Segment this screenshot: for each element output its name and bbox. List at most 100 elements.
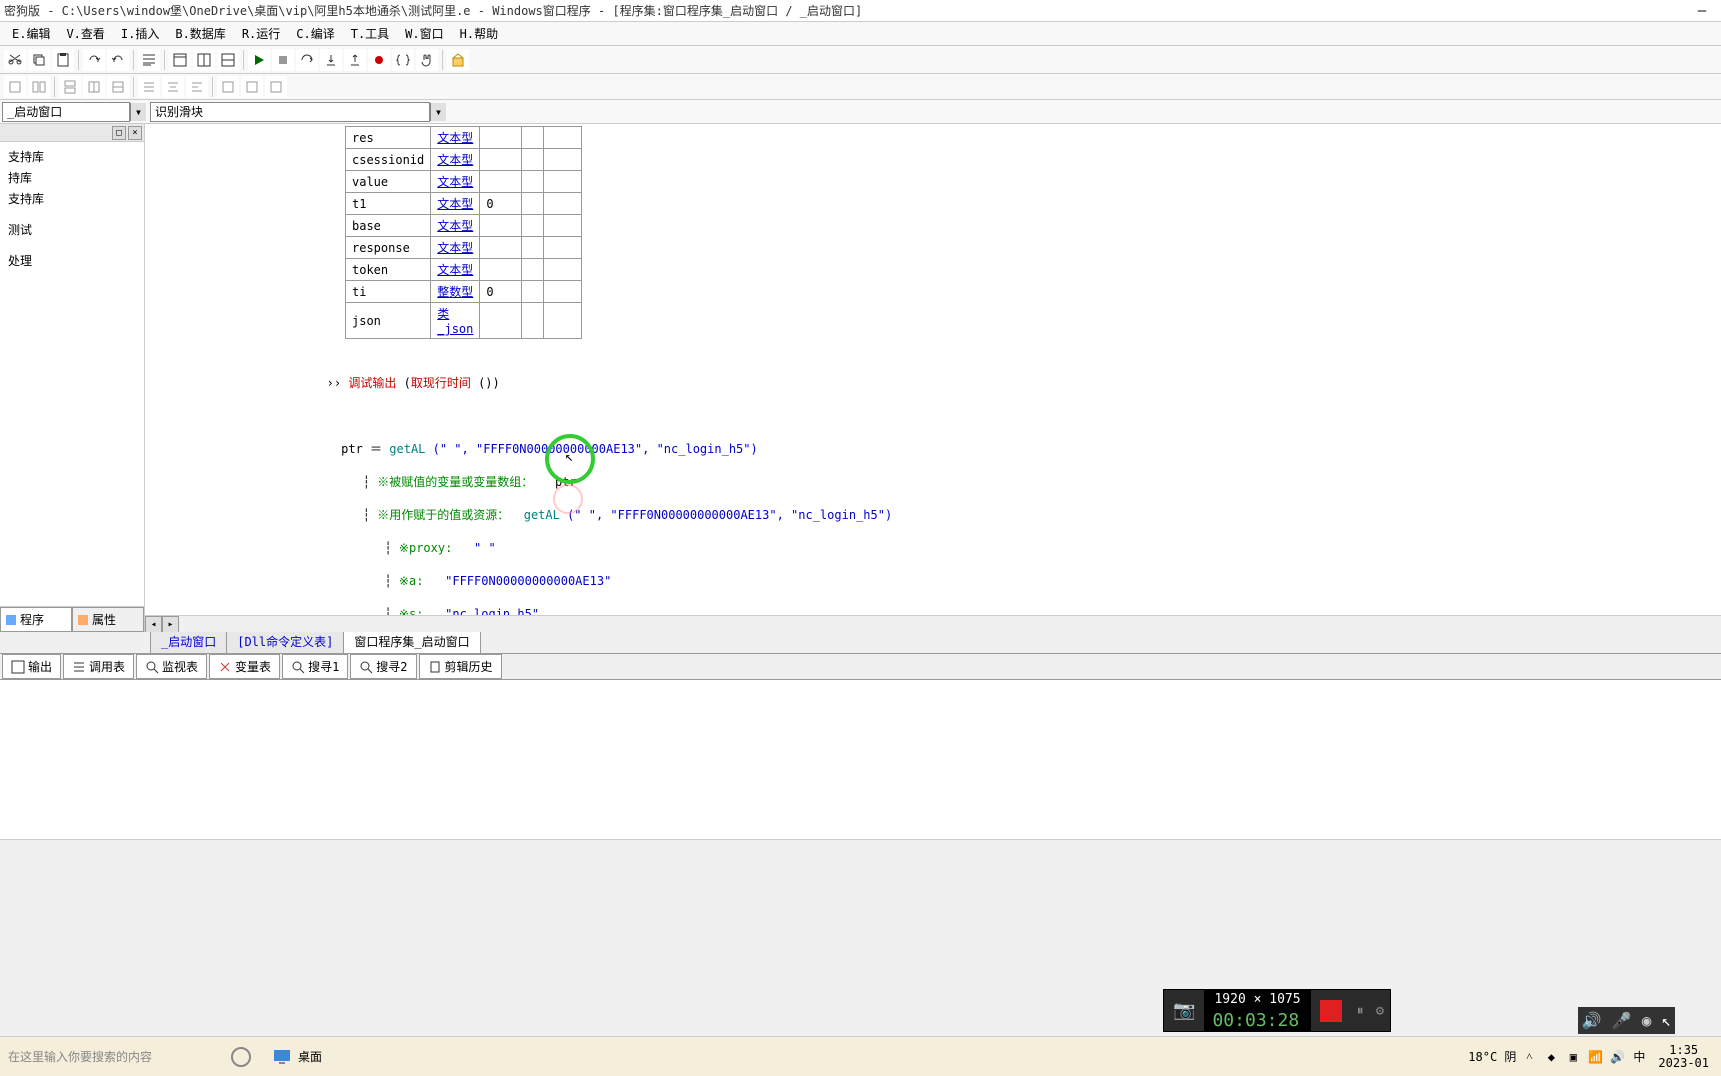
undo-icon[interactable] (107, 49, 129, 71)
step-out-icon[interactable] (344, 49, 366, 71)
combo-right-arrow[interactable]: ▾ (430, 103, 446, 121)
tab-search2[interactable]: 搜寻2 (350, 654, 416, 679)
tray-app-icon[interactable]: ◆ (1542, 1048, 1560, 1066)
window-icon[interactable] (169, 49, 191, 71)
var-type[interactable]: 文本型 (431, 259, 480, 281)
record-settings-icon[interactable]: ⚙ (1370, 1003, 1390, 1019)
ime-indicator[interactable]: 中 (1630, 1048, 1648, 1066)
tree-item[interactable]: 支持库 (4, 146, 140, 167)
tab-watch[interactable]: 监视表 (136, 654, 207, 679)
menu-window[interactable]: W.窗口 (397, 23, 451, 44)
combo-left-arrow[interactable]: ▾ (130, 103, 146, 121)
split-v-icon[interactable] (217, 49, 239, 71)
menu-tools[interactable]: T.工具 (343, 23, 397, 44)
record-pause-icon[interactable]: ⏸ (1351, 1003, 1370, 1019)
record-stop-button[interactable] (1311, 991, 1351, 1031)
copy-icon[interactable] (28, 49, 50, 71)
menu-insert[interactable]: I.插入 (113, 23, 167, 44)
record-camera-icon[interactable]: 📷 (1164, 990, 1204, 1030)
var-name[interactable]: ti (346, 281, 431, 303)
menu-view[interactable]: V.查看 (58, 23, 112, 44)
breakpoint-icon[interactable] (368, 49, 390, 71)
var-c3[interactable] (480, 127, 522, 149)
tb2-btn-4[interactable] (83, 76, 105, 98)
menu-help[interactable]: H.帮助 (452, 23, 506, 44)
tree-item[interactable]: 处理 (4, 250, 140, 271)
step-over-icon[interactable] (296, 49, 318, 71)
tab-search1[interactable]: 搜寻1 (282, 654, 348, 679)
var-name[interactable]: base (346, 215, 431, 237)
tree-item[interactable]: 持库 (4, 167, 140, 188)
tb2-btn-11[interactable] (265, 76, 287, 98)
combo-left[interactable]: _启动窗口 (2, 102, 130, 122)
code-body[interactable]: ›› 调试输出 (取现行时间 ()) ptr ＝ getAL (" ", "FF… (145, 339, 1721, 632)
stop-icon[interactable] (272, 49, 294, 71)
var-type[interactable]: 文本型 (431, 149, 480, 171)
sidebar-tab-property[interactable]: 属性 (72, 607, 144, 632)
tb2-btn-7[interactable] (162, 76, 184, 98)
taskbar-search[interactable]: 在这里输入你要搜索的内容 (0, 1042, 220, 1072)
braces-icon[interactable] (392, 49, 414, 71)
var-name[interactable]: csessionid (346, 149, 431, 171)
tray-app-icon[interactable]: ▣ (1564, 1048, 1582, 1066)
tab-vartable[interactable]: 变量表 (209, 654, 280, 679)
sidebar-tab-program[interactable]: 程序 (0, 607, 72, 632)
split-h-icon[interactable] (193, 49, 215, 71)
volume-icon[interactable]: 🔊 (1608, 1048, 1626, 1066)
run-icon[interactable] (248, 49, 270, 71)
var-name[interactable]: token (346, 259, 431, 281)
menu-database[interactable]: B.数据库 (167, 23, 233, 44)
taskbar-desktop[interactable]: 桌面 (262, 1040, 332, 1074)
scroll-left-icon[interactable]: ◂ (145, 616, 162, 632)
editor-tab-dll[interactable]: [Dll命令定义表] (226, 629, 344, 653)
tb2-btn-6[interactable] (138, 76, 160, 98)
sidebar-close-icon[interactable]: × (128, 126, 142, 140)
combo-right[interactable]: 识别滑块 (150, 102, 430, 122)
taskbar-circle-icon[interactable] (220, 1040, 262, 1074)
tb2-btn-3[interactable] (59, 76, 81, 98)
tb2-btn-10[interactable] (241, 76, 263, 98)
var-type[interactable]: 文本型 (431, 215, 480, 237)
var-type[interactable]: 文本型 (431, 237, 480, 259)
taskbar-clock[interactable]: 1:35 2023-01 (1652, 1044, 1715, 1070)
hand-icon[interactable] (416, 49, 438, 71)
cursor-arrow-icon[interactable]: ↖ (1661, 1011, 1671, 1030)
sidebar-pin-icon[interactable]: □ (112, 126, 126, 140)
tb2-btn-8[interactable] (186, 76, 208, 98)
tab-calltable[interactable]: 调用表 (63, 654, 134, 679)
paste-icon[interactable] (52, 49, 74, 71)
var-type[interactable]: 整数型 (431, 281, 480, 303)
var-name[interactable]: res (346, 127, 431, 149)
tab-cliphistory[interactable]: 剪辑历史 (419, 654, 502, 679)
menu-run[interactable]: R.运行 (234, 23, 288, 44)
tray-chevron-icon[interactable]: ˄ (1520, 1048, 1538, 1066)
wifi-icon[interactable]: 📶 (1586, 1048, 1604, 1066)
build-icon[interactable] (447, 49, 469, 71)
editor-tab-programset[interactable]: 窗口程序集_启动窗口 (343, 629, 480, 653)
cut-icon[interactable] (4, 49, 26, 71)
indent-icon[interactable] (138, 49, 160, 71)
scroll-right-icon[interactable]: ▸ (162, 616, 179, 632)
menu-edit[interactable]: E.编辑 (4, 23, 58, 44)
mic-icon[interactable]: 🎤 (1612, 1011, 1632, 1030)
tree-item[interactable]: 测试 (4, 219, 140, 240)
code-editor[interactable]: res文本型 csessionid文本型 value文本型 t1文本型0 bas… (145, 124, 1721, 632)
var-name[interactable]: value (346, 171, 431, 193)
minimize-button[interactable]: — (1687, 3, 1717, 19)
editor-tab-startup[interactable]: _启动窗口 (150, 629, 227, 653)
redo-icon[interactable] (83, 49, 105, 71)
tb2-btn-2[interactable] (28, 76, 50, 98)
var-name[interactable]: t1 (346, 193, 431, 215)
var-type[interactable]: 文本型 (431, 171, 480, 193)
tb2-btn-1[interactable] (4, 76, 26, 98)
output-panel[interactable] (0, 680, 1721, 840)
tab-output[interactable]: 输出 (2, 654, 61, 679)
weather-widget[interactable]: 18°C 阴 (1468, 1048, 1516, 1065)
menu-compile[interactable]: C.编译 (288, 23, 342, 44)
var-type[interactable]: 类_json (431, 303, 480, 339)
var-type[interactable]: 文本型 (431, 127, 480, 149)
var-name[interactable]: response (346, 237, 431, 259)
tb2-btn-9[interactable] (217, 76, 239, 98)
webcam-icon[interactable]: ◉ (1642, 1011, 1652, 1030)
editor-scrollbar[interactable]: ◂ ▸ (145, 615, 1721, 632)
